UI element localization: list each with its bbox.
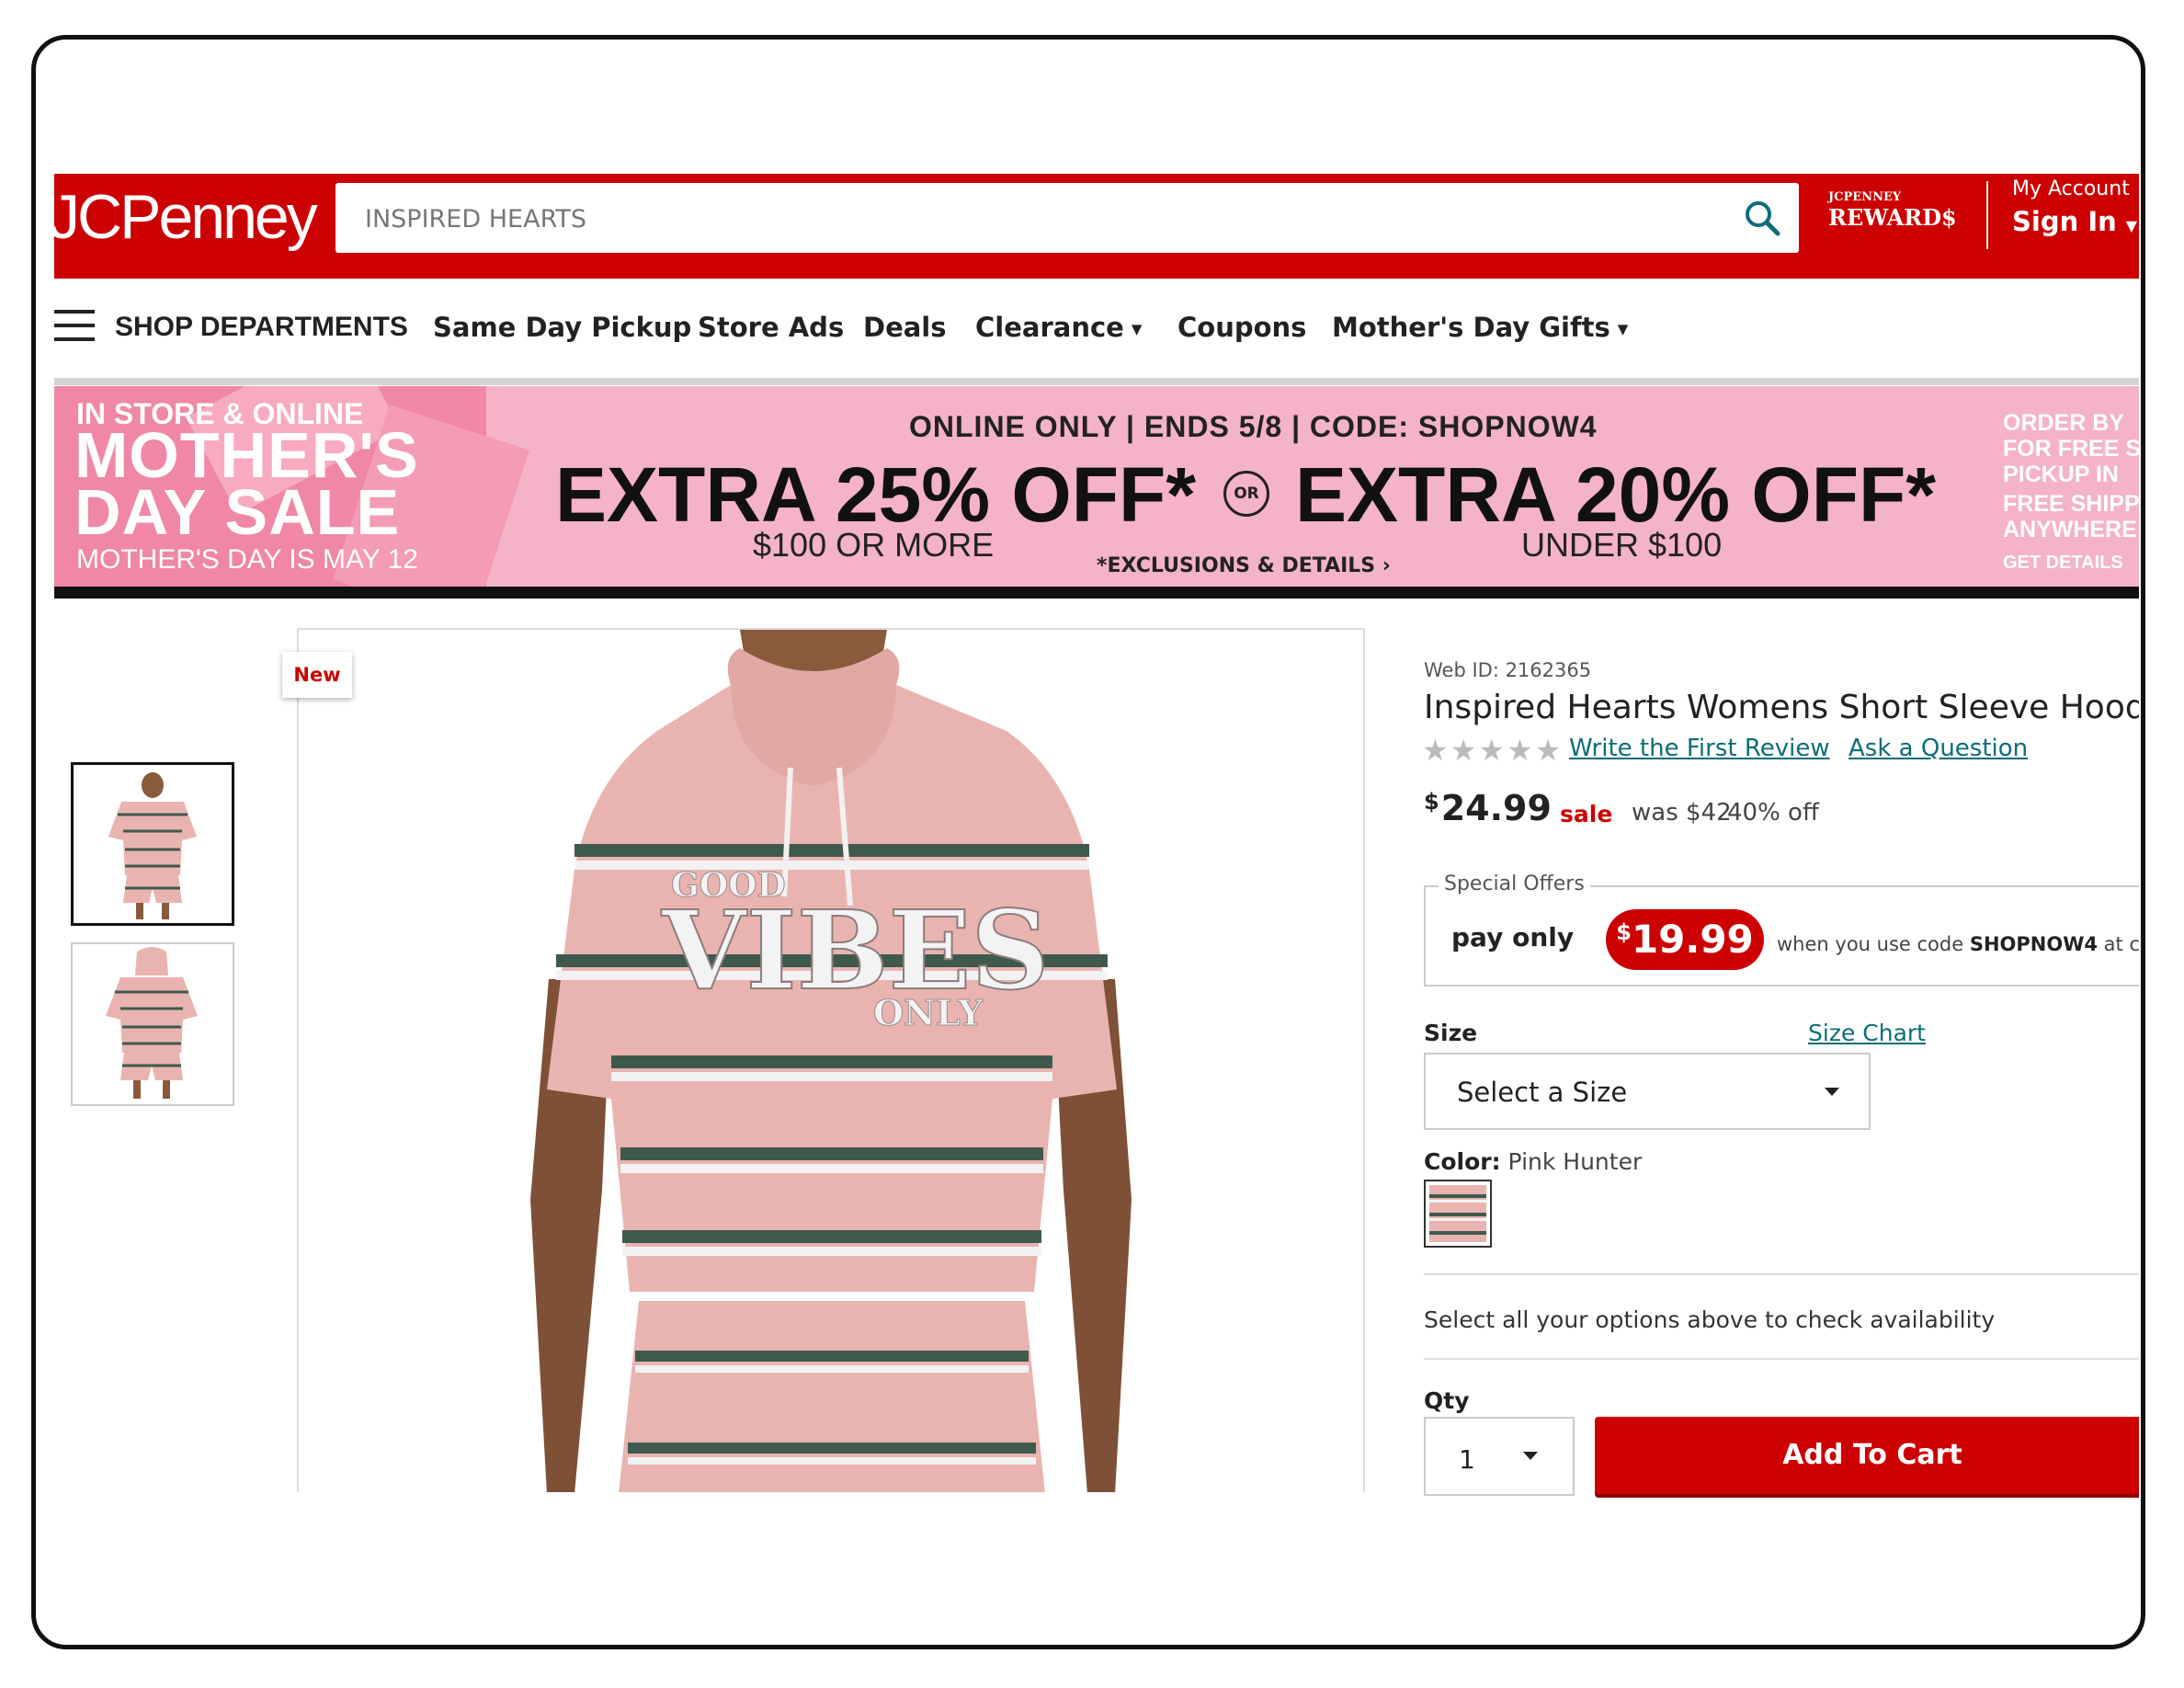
banner-headline: MOTHER'S DAY SALE [74,419,419,548]
caret-down-icon: ▼ [1617,321,1629,337]
special-offers-label: Special Offers [1439,873,1590,895]
page-content: JCPenney JCPENNEY REWARD$ My Account Sig… [54,174,2139,1553]
qty-label: Qty [1424,1387,1470,1414]
quantity-value: 1 [1459,1444,1475,1475]
product-main-image[interactable]: GOOD VIBES ONLY [297,628,1365,1492]
banner-or-badge: OR [1223,471,1269,517]
write-review-link[interactable]: Write the First Review [1569,735,1830,762]
banner-offer-2-condition: UNDER $100 [1521,526,1723,564]
new-badge: New [282,652,352,698]
promo-banner[interactable]: IN STORE & ONLINE MOTHER'S DAY SALE MOTHE… [54,386,2139,587]
nav-deals[interactable]: Deals [863,312,947,343]
product-thumbnail-1[interactable] [71,762,234,926]
add-to-cart-button[interactable]: Add To Cart [1595,1417,2139,1494]
banner-code-line: ONLINE ONLY | ENDS 5/8 | CODE: SHOPNOW4 [909,410,1598,443]
size-select-value: Select a Size [1457,1077,1628,1108]
mothers-day-panel: IN STORE & ONLINE MOTHER'S DAY SALE MOTHE… [54,386,529,587]
original-price: was $42 [1632,799,1732,827]
special-price-badge: $19.99 [1606,909,1764,970]
account-menu[interactable]: My Account Sign In ▼ [2012,177,2137,237]
main-nav: SHOP DEPARTMENTS Same Day Pickup Store A… [54,279,2139,385]
size-select[interactable]: Select a Size [1424,1053,1871,1130]
banner-pickup-info: ORDER BY FOR FREE S PICKUP IN FREE SHIPP… [2003,410,2139,576]
header-bar: JCPenney JCPENNEY REWARD$ My Account Sig… [54,174,2139,279]
color-label: Color: Pink Hunter [1424,1148,1643,1175]
product-thumbnail-2[interactable] [71,942,234,1106]
header-divider [1986,181,1988,249]
rewards-brand: JCPENNEY [1828,190,1902,204]
banner-date: MOTHER'S DAY IS MAY 12 [76,544,418,575]
quantity-select[interactable]: 1 [1424,1417,1575,1496]
dropdown-arrow-icon [1523,1452,1538,1460]
search-box [336,183,1799,255]
sale-label: sale [1560,801,1613,827]
nav-coupons[interactable]: Coupons [1177,312,1306,343]
current-price: $24.99 [1424,788,1552,828]
caret-down-icon: ▼ [1131,321,1143,337]
exclusions-link[interactable]: *EXCLUSIONS & DETAILS › [1097,554,1391,577]
get-details-link[interactable]: GET DETAILS [2003,550,2139,576]
availability-message: Select all your options above to check a… [1424,1306,1996,1333]
size-label: Size [1424,1020,1478,1046]
nav-mothers-day-gifts[interactable]: Mother's Day Gifts ▼ [1332,312,1628,343]
jcpenney-logo[interactable]: JCPenney [54,181,318,253]
size-chart-link[interactable]: Size Chart [1808,1020,1926,1046]
banner-bottom-border [54,587,2139,599]
pay-only-label: pay only [1451,922,1575,952]
nav-clearance[interactable]: Clearance ▼ [975,312,1142,343]
menu-icon[interactable] [54,310,95,343]
sign-in-label: Sign In ▼ [2012,206,2138,237]
chevron-down-icon: ▼ [2125,217,2138,234]
discount-percent: 40% off [1727,799,1819,827]
web-id: Web ID: 2162365 [1424,659,1592,681]
rating-stars-icon: ★★★★★ [1422,733,1564,768]
garment-text-vibes: VIBES [661,886,1050,1014]
garment-text-only: ONLY [873,992,984,1033]
my-account-label: My Account [2012,177,2130,200]
nav-shop-departments[interactable]: SHOP DEPARTMENTS [115,312,408,343]
browser-frame: JCPenney JCPENNEY REWARD$ My Account Sig… [31,35,2145,1649]
nav-same-day-pickup[interactable]: Same Day Pickup [433,312,691,343]
search-input[interactable] [336,183,1727,255]
dropdown-arrow-icon [1825,1088,1839,1096]
nav-store-ads[interactable]: Store Ads [698,312,844,343]
search-icon[interactable] [1742,198,1782,238]
rewards-link[interactable]: JCPENNEY REWARD$ [1828,190,1957,245]
banner-offer-1-condition: $100 OR MORE [753,526,995,564]
promo-code-text: when you use code SHOPNOW4 at checkout [1777,933,2139,955]
divider [1424,1358,2139,1360]
ask-question-link[interactable]: Ask a Question [1848,735,2028,762]
color-swatch-pink-hunter[interactable] [1424,1180,1492,1248]
rewards-label: REWARD$ [1828,204,1957,231]
divider [1424,1273,2139,1275]
product-title: Inspired Hearts Womens Short Sleeve Hood… [1424,689,2139,726]
